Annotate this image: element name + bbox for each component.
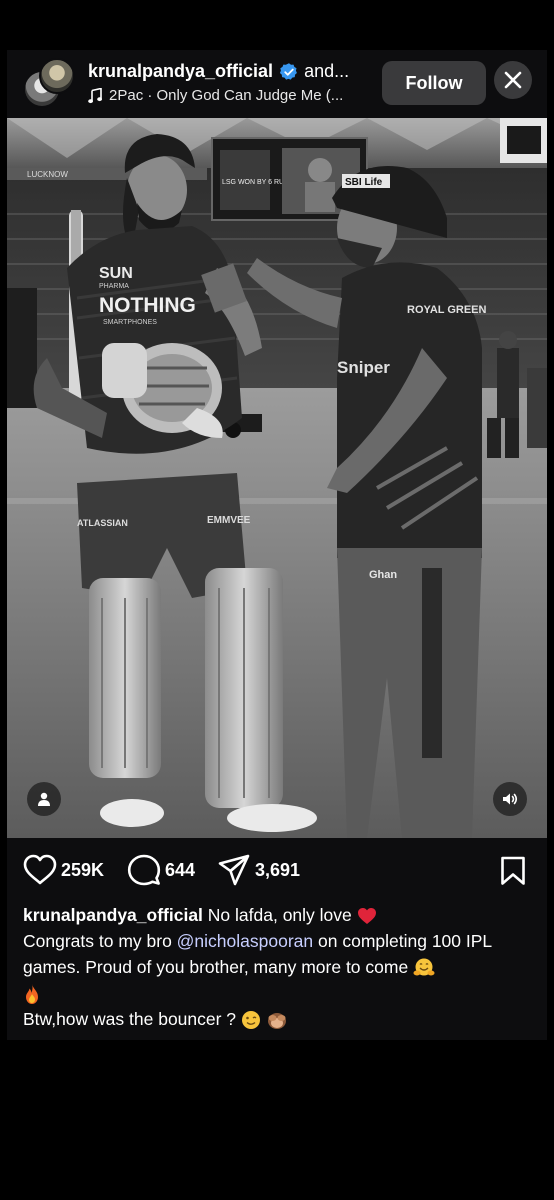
audio-title: 2Pac · Only God Can Judge Me (... <box>109 87 344 104</box>
caption-line-2-pre: Congrats to my bro <box>23 931 177 951</box>
user-tag-icon <box>38 792 50 806</box>
coauthor-avatar[interactable] <box>39 58 75 94</box>
pants-brand: Ghan <box>369 569 397 581</box>
chest-brand: Sniper <box>337 358 390 377</box>
action-bar: 259K 644 3,691 <box>7 850 547 890</box>
fire-icon <box>26 984 38 1005</box>
username[interactable]: krunalpandya_official <box>88 61 273 82</box>
photo-illustration: LUCKNOW LSG WON BY 6 RUNS SUN PHARMA NOT… <box>7 118 547 838</box>
close-icon <box>504 71 522 89</box>
speaker-icon <box>503 793 518 805</box>
user-tag-button[interactable] <box>27 782 61 816</box>
sponsor-3: ATLASSIAN <box>77 518 128 528</box>
sponsor-1-sub: PHARMA <box>99 283 129 290</box>
sponsor-1: SUN <box>99 265 133 282</box>
sponsor-2-sub: SMARTPHONES <box>103 319 157 326</box>
post-header: krunalpandya_official and... 2Pac · Only… <box>7 50 547 118</box>
red-heart-icon <box>357 908 376 925</box>
sponsor-2: NOTHING <box>99 294 196 317</box>
post-photo[interactable]: LUCKNOW LSG WON BY 6 RUNS SUN PHARMA NOT… <box>7 118 547 838</box>
comment-icon <box>127 854 161 886</box>
caption-line-1: No lafda, only love <box>207 905 352 925</box>
caption-username[interactable]: krunalpandya_official <box>23 905 203 925</box>
cap-text: SBI Life <box>345 177 383 188</box>
sponsor-4: EMMVEE <box>207 515 251 526</box>
follow-button[interactable]: Follow <box>382 61 486 105</box>
ad-board-text: LUCKNOW <box>27 170 68 179</box>
like-count[interactable]: 259K <box>61 860 104 881</box>
mention-link[interactable]: @nicholaspooran <box>177 931 313 951</box>
bookmark-icon <box>501 856 525 885</box>
shoulder-brand: ROYAL GREEN <box>407 304 487 316</box>
caption: krunalpandya_official No lafda, only lov… <box>23 902 531 1032</box>
save-button[interactable] <box>500 856 526 891</box>
like-button[interactable]: 259K <box>23 854 104 886</box>
audio-toggle-button[interactable] <box>493 782 527 816</box>
close-button[interactable] <box>494 61 532 99</box>
winking-face-icon <box>241 1011 260 1030</box>
audio-attribution[interactable]: 2Pac · Only God Can Judge Me (... <box>88 87 343 104</box>
avatar-stack[interactable] <box>23 58 75 108</box>
see-no-evil-monkey-icon <box>267 1013 286 1030</box>
share-button[interactable]: 3,691 <box>217 854 300 886</box>
share-count[interactable]: 3,691 <box>255 860 300 881</box>
comment-count[interactable]: 644 <box>165 860 195 881</box>
hugging-face-icon <box>413 958 435 976</box>
coauthor-suffix[interactable]: and... <box>304 61 349 82</box>
caption-line-3: Btw,how was the bouncer ? <box>23 1009 237 1029</box>
heart-icon <box>23 854 57 885</box>
verified-badge-icon <box>279 62 297 80</box>
music-note-icon <box>88 87 102 103</box>
username-line: krunalpandya_official and... <box>88 61 349 82</box>
send-icon <box>218 854 250 886</box>
post-card: krunalpandya_official and... 2Pac · Only… <box>7 50 547 1040</box>
comment-button[interactable]: 644 <box>127 854 195 886</box>
